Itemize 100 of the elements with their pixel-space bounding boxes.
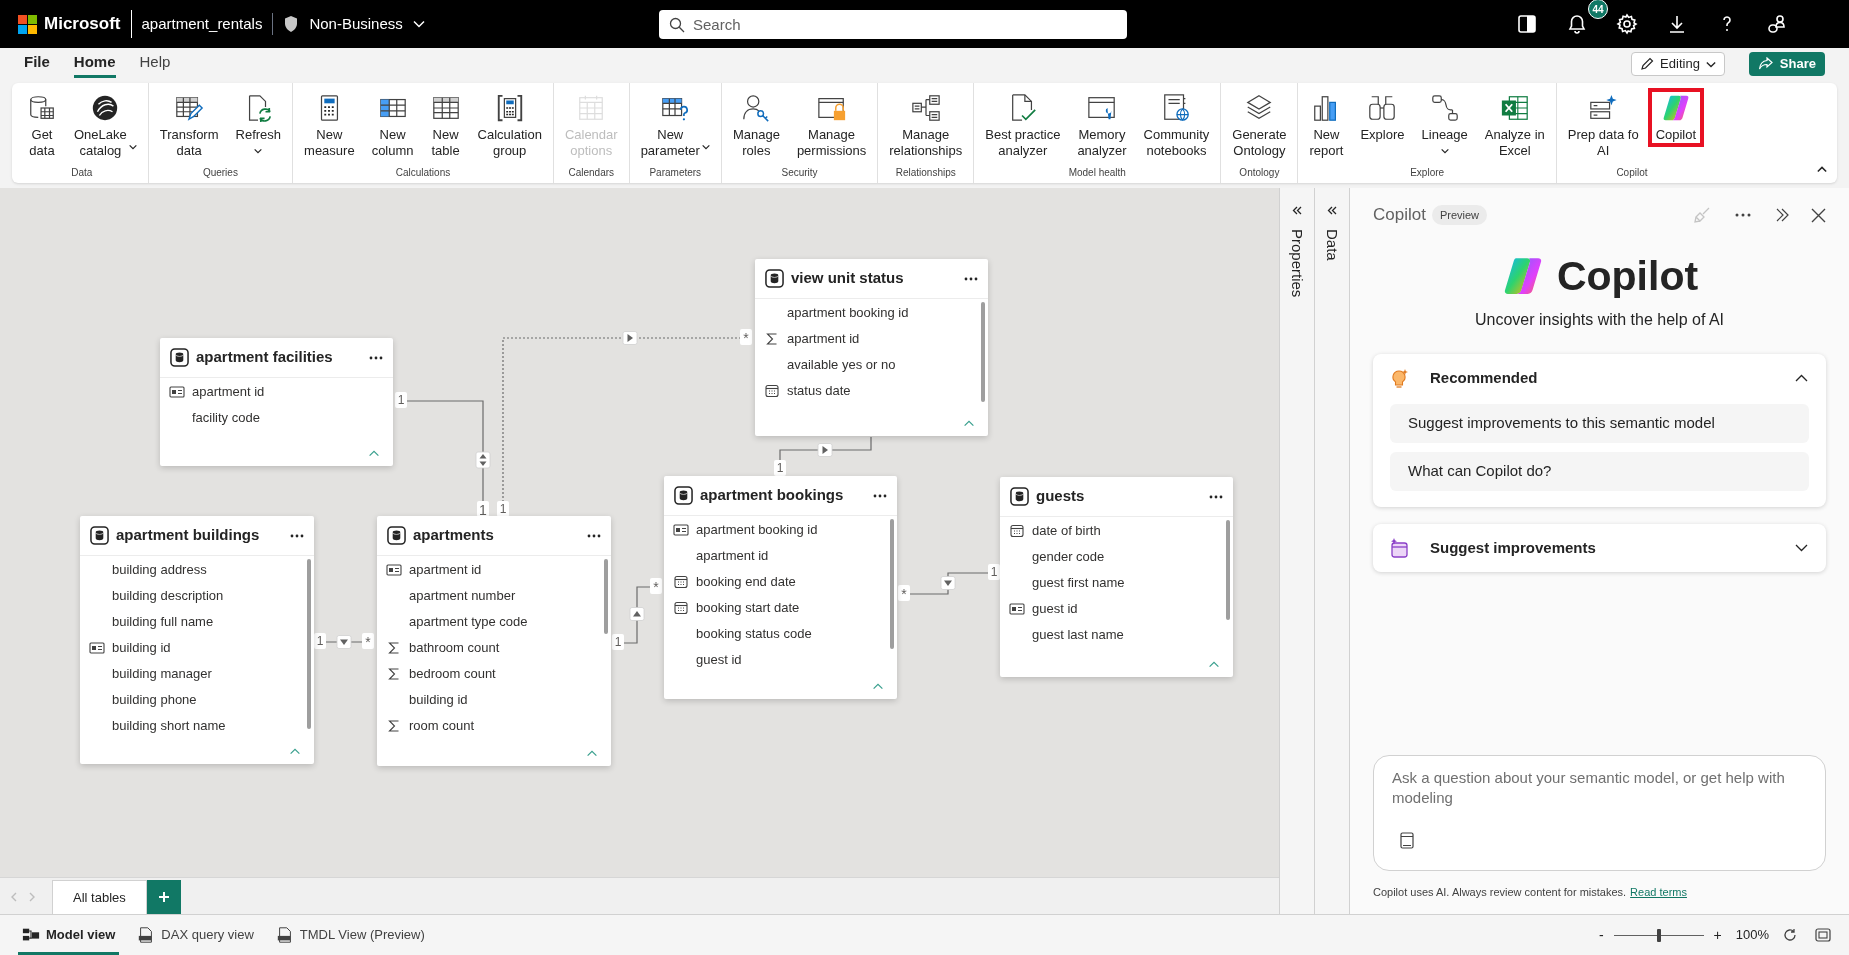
collapse-icon[interactable] — [1817, 166, 1827, 173]
more-icon[interactable] — [873, 493, 887, 498]
column-name[interactable]: building address — [112, 560, 207, 580]
relationship-line[interactable] — [623, 586, 651, 644]
ribbon-button[interactable]: Manage permissions — [788, 88, 875, 163]
ribbon-button[interactable]: Generate Ontology — [1224, 88, 1295, 163]
notebook-icon[interactable] — [1400, 831, 1414, 849]
column-name[interactable]: apartment id — [409, 560, 482, 580]
column-name[interactable]: apartment id — [696, 546, 769, 566]
table-card[interactable]: apartment bookings apartment booking id apartment id booking end date booking start date booking status code guest id — [664, 476, 897, 699]
ribbon-button[interactable]: Transform data — [151, 88, 227, 163]
ribbon-button[interactable]: Explore — [1352, 88, 1413, 147]
terms-link[interactable]: Read terms — [1630, 883, 1687, 900]
column-name[interactable]: bathroom count — [409, 638, 500, 658]
ribbon-button[interactable]: New table — [422, 88, 469, 163]
more-icon[interactable] — [369, 355, 383, 360]
scrollbar[interactable] — [890, 519, 894, 649]
column-name[interactable]: status date — [787, 381, 851, 401]
sensitivity-dropdown[interactable]: Non-Business — [309, 12, 425, 36]
scrollbar[interactable] — [1226, 520, 1230, 620]
ribbon-button[interactable]: New parameter — [632, 88, 718, 163]
fit-screen-icon[interactable] — [1815, 928, 1831, 942]
scrollbar[interactable] — [981, 302, 985, 402]
view-tab[interactable]: TMDL View (Preview) — [271, 915, 429, 955]
more-icon[interactable] — [1735, 213, 1751, 217]
search-field[interactable]: Search — [659, 9, 1127, 39]
more-icon[interactable] — [1209, 494, 1223, 499]
ribbon-button[interactable]: OneLake catalog — [66, 88, 145, 163]
close-icon[interactable] — [1811, 207, 1826, 223]
add-page-button[interactable] — [146, 880, 181, 914]
column-name[interactable]: gender code — [1032, 547, 1105, 567]
relationship-line[interactable] — [325, 635, 363, 649]
settings-button[interactable] — [1615, 12, 1639, 36]
pane-label[interactable]: Properties — [1285, 229, 1309, 298]
column-name[interactable]: date of birth — [1032, 521, 1101, 541]
column-name[interactable]: apartment booking id — [696, 520, 818, 540]
expand-left-icon[interactable] — [1327, 206, 1337, 215]
more-icon[interactable] — [964, 276, 978, 281]
ribbon-button[interactable]: New report — [1301, 88, 1352, 163]
scrollbar[interactable] — [307, 559, 311, 729]
ribbon-button[interactable]: Refresh — [227, 88, 290, 158]
column-name[interactable]: booking status code — [696, 624, 812, 644]
expand-icon[interactable] — [1775, 208, 1789, 222]
column-name[interactable]: apartment booking id — [787, 303, 909, 323]
column-name[interactable]: apartment type code — [409, 612, 528, 632]
column-name[interactable]: building full name — [112, 612, 214, 632]
column-name[interactable]: facility code — [192, 408, 260, 428]
table-card[interactable]: apartments apartment id apartment number apartment type code bathroom count bedroom count building id room count — [377, 516, 611, 766]
view-tab[interactable]: DAX query view — [133, 915, 258, 955]
editing-dropdown[interactable]: Editing — [1631, 52, 1725, 76]
column-name[interactable]: guest first name — [1032, 573, 1125, 593]
more-icon[interactable] — [587, 533, 601, 538]
panel-button[interactable] — [1515, 12, 1539, 36]
column-name[interactable]: available yes or no — [787, 355, 896, 375]
table-card[interactable]: apartment facilities apartment id facility code — [160, 338, 393, 466]
logo-icon[interactable] — [18, 14, 37, 34]
column-name[interactable]: apartment id — [192, 382, 265, 402]
column-name[interactable]: bedroom count — [409, 664, 496, 684]
table-card[interactable]: apartment buildings building address building description building full name building id building manager building phone building short name — [80, 516, 314, 764]
table-card[interactable]: guests date of birth gender code guest first name guest id guest last name — [1000, 477, 1233, 677]
column-name[interactable]: booking end date — [696, 572, 796, 592]
share-button[interactable]: Share — [1748, 52, 1825, 76]
relationship-line[interactable] — [779, 436, 872, 462]
ribbon-button[interactable]: Manage relationships — [881, 88, 971, 163]
ribbon-button[interactable]: Memory analyzer — [1069, 88, 1135, 163]
column-name[interactable]: booking start date — [696, 598, 800, 618]
reset-icon[interactable] — [1783, 928, 1797, 942]
ribbon-button[interactable]: Prep data fo AI — [1559, 88, 1647, 163]
zoom-slider-thumb[interactable] — [1656, 928, 1661, 942]
column-name[interactable]: guest last name — [1032, 625, 1124, 645]
suggestion-button[interactable]: Suggest improvements to this semantic model — [1390, 404, 1809, 443]
scrollbar[interactable] — [604, 559, 608, 634]
page-tab[interactable]: All tables — [52, 880, 147, 914]
expand-left-icon[interactable] — [1292, 206, 1302, 215]
column-name[interactable]: building manager — [112, 664, 212, 684]
pane-label[interactable]: Data — [1320, 229, 1344, 261]
column-name[interactable]: apartment number — [409, 586, 516, 606]
ribbon-button[interactable]: Best practice analyzer — [977, 88, 1069, 163]
view-tab[interactable]: Model view — [18, 915, 120, 955]
ribbon-button[interactable]: Copilot — [1647, 88, 1705, 147]
zoom-out-button[interactable]: - — [1594, 924, 1608, 946]
question-field[interactable]: Ask a question about your semantic model, or get help with modeling — [1392, 767, 1807, 812]
ribbon-button[interactable]: Lineage — [1413, 88, 1476, 158]
ribbon-button[interactable]: New measure — [296, 88, 363, 163]
column-name[interactable]: apartment id — [787, 329, 860, 349]
question-box[interactable]: Ask a question about your semantic model, or get help with modeling — [1373, 754, 1826, 871]
column-name[interactable]: building phone — [112, 690, 197, 710]
column-name[interactable]: building id — [112, 638, 171, 658]
column-name[interactable]: guest id — [1032, 599, 1078, 619]
zoom-in-button[interactable]: + — [1709, 924, 1726, 946]
section-header[interactable]: Recommended — [1373, 354, 1826, 402]
column-name[interactable]: building short name — [112, 716, 226, 736]
ribbon-button[interactable]: Analyze in Excel — [1476, 88, 1553, 163]
suggestion-button[interactable]: What can Copilot do? — [1390, 452, 1809, 491]
section-header[interactable]: Suggest improvements — [1373, 524, 1826, 572]
workspace-name[interactable]: apartment_rentals — [141, 12, 263, 36]
column-name[interactable]: building id — [409, 690, 468, 710]
ribbon-button[interactable]: Calculation group — [469, 88, 550, 163]
ribbon-button[interactable]: Manage roles — [724, 88, 788, 163]
menu-tab[interactable]: File — [24, 50, 50, 78]
